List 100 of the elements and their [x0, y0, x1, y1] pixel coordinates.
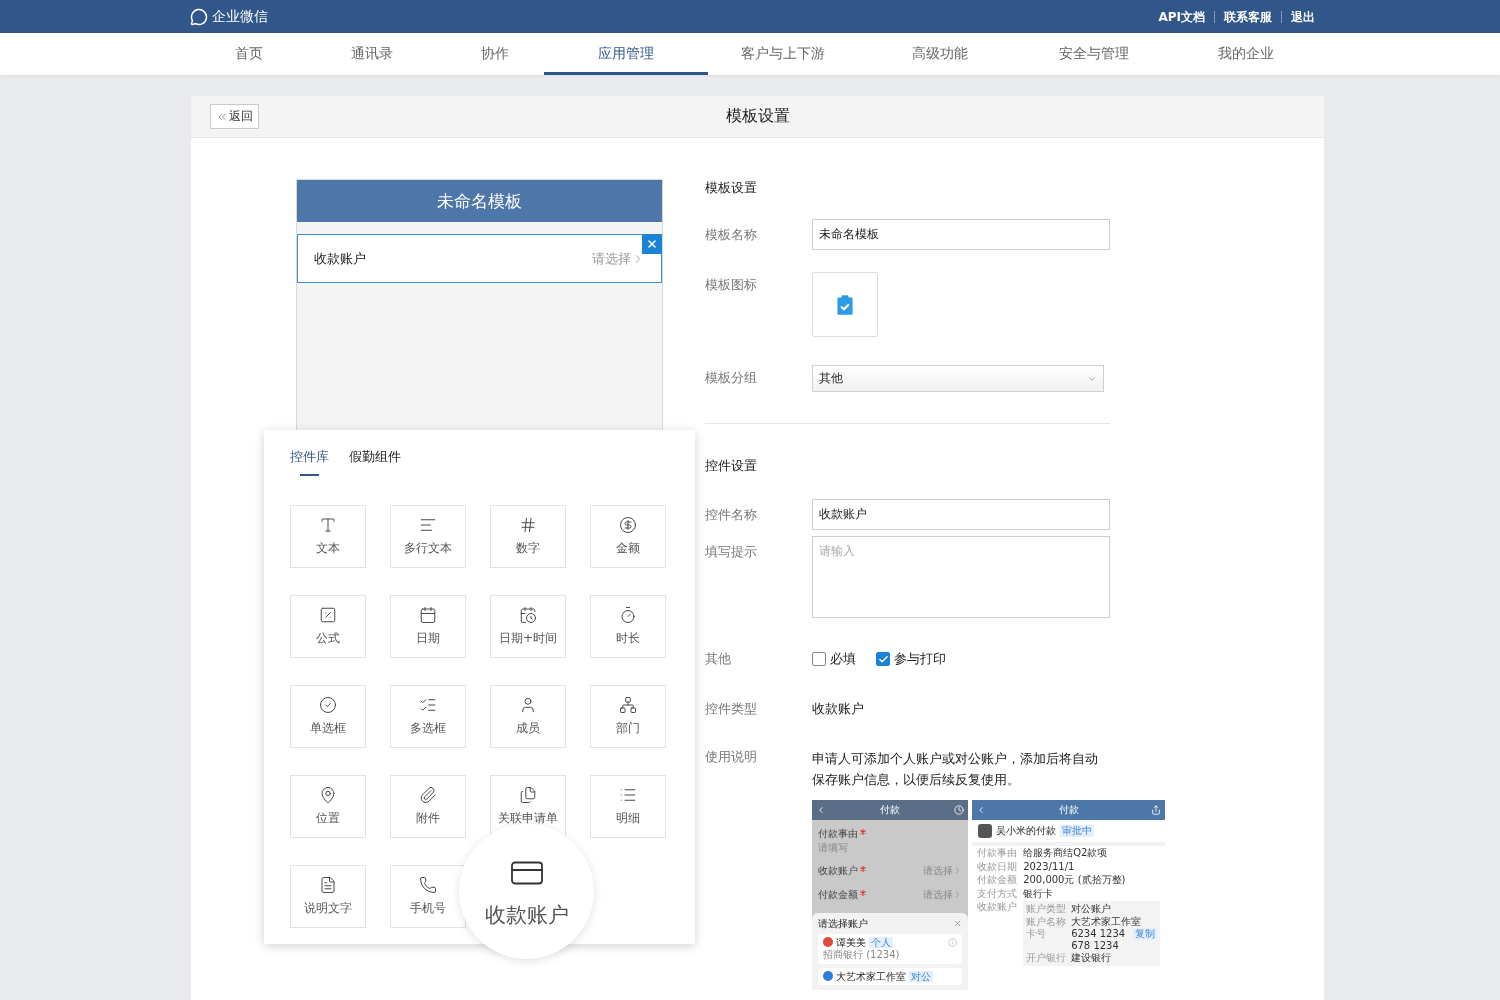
- control-item[interactable]: 金额: [590, 505, 666, 568]
- calendar-clock-icon: [519, 606, 537, 624]
- usage-text: 申请人可添加个人账户或对公账户，添加后将自动保存账户信息，以便后续反复使用。: [812, 750, 1099, 789]
- percent-icon: [319, 606, 337, 624]
- control-item[interactable]: 明细: [590, 775, 666, 838]
- control-item[interactable]: 文本: [290, 505, 366, 568]
- sheet-title: 请选择账户: [818, 918, 868, 930]
- avatar: [978, 824, 993, 838]
- top-link[interactable]: API文档: [1149, 10, 1214, 23]
- detail-label: 账户类型: [1026, 903, 1068, 915]
- close-icon[interactable]: [953, 919, 963, 929]
- control-item[interactable]: 公式: [290, 595, 366, 658]
- detail-label: 付款金额: [977, 874, 1019, 886]
- coin-icon: [619, 516, 637, 534]
- logo-text: 企业微信: [212, 7, 268, 26]
- detail-label: 卡号: [1026, 928, 1048, 941]
- checklist-icon: [419, 696, 437, 714]
- nav-tab[interactable]: 客户与上下游: [708, 33, 858, 75]
- nav-tab[interactable]: 协作: [446, 33, 544, 75]
- control-item[interactable]: 数字: [490, 505, 566, 568]
- detail-value: 大艺术家工作室: [1071, 915, 1142, 927]
- detail-value: 2023/11/1: [1023, 860, 1075, 872]
- field-label: 模板名称: [705, 226, 758, 244]
- control-item[interactable]: 多选框: [390, 685, 466, 748]
- check-icon: [877, 653, 889, 665]
- clock-icon: [954, 805, 965, 815]
- nav-tab[interactable]: 通讯录: [298, 33, 446, 75]
- paperclip-icon: [419, 786, 437, 804]
- group-select[interactable]: 其他: [812, 365, 1104, 392]
- field-label: 付款事由: [818, 828, 858, 840]
- control-item[interactable]: 日期: [390, 595, 466, 658]
- nav-tab[interactable]: 首页: [200, 33, 298, 75]
- list-icon: [619, 786, 637, 804]
- control-item[interactable]: 时长: [590, 595, 666, 658]
- close-icon: [646, 238, 658, 250]
- field-placeholder: 请选择: [592, 249, 631, 268]
- preview-field[interactable]: 收款账户 请选择: [297, 234, 662, 283]
- documents-icon: [519, 786, 537, 804]
- detail-label: 收款账户: [977, 901, 1019, 914]
- control-item[interactable]: 位置: [290, 775, 366, 838]
- nav-tab[interactable]: 高级功能: [858, 33, 1022, 75]
- control-item[interactable]: 日期+时间: [490, 595, 566, 658]
- field-label: 控件名称: [705, 506, 758, 524]
- panel-tab[interactable]: 控件库: [290, 448, 329, 476]
- detail-value: 6234 1234 678 1234: [1071, 928, 1127, 951]
- control-item[interactable]: 手机号: [390, 865, 466, 928]
- control-item[interactable]: 说明文字: [290, 865, 366, 928]
- control-item[interactable]: 部门: [590, 685, 666, 748]
- checkbox-option[interactable]: 参与打印: [876, 650, 946, 668]
- detail-value: 建设银行: [1071, 952, 1112, 964]
- account-name: 大艺术家工作室: [836, 970, 906, 982]
- nav-tab[interactable]: 我的企业: [1166, 33, 1326, 75]
- control-item[interactable]: 成员: [490, 685, 566, 748]
- control-item[interactable]: 单选框: [290, 685, 366, 748]
- detail-value: 对公账户: [1071, 903, 1112, 915]
- hint-input[interactable]: 请输入: [812, 536, 1110, 618]
- account-item[interactable]: 大艺术家工作室 对公: [818, 967, 963, 985]
- document-icon: [319, 876, 337, 894]
- field-label: 模板分组: [705, 369, 758, 387]
- hash-icon: [519, 516, 537, 534]
- back-chevron-icon: [816, 805, 826, 815]
- panel-tab[interactable]: 假勤组件: [349, 448, 401, 476]
- account-item[interactable]: 谭美美 个人 招商银行 (1234): [818, 933, 963, 964]
- detail-value: 银行卡: [1023, 887, 1054, 899]
- field-label: 控件类型: [705, 700, 758, 718]
- back-button[interactable]: 返回: [210, 104, 259, 129]
- control-item[interactable]: 附件: [390, 775, 466, 838]
- screen-title: 付款: [880, 804, 901, 816]
- checkbox-option[interactable]: 必填: [812, 650, 856, 668]
- nav-tab[interactable]: 应用管理: [544, 33, 708, 75]
- icon-picker[interactable]: [812, 272, 878, 337]
- check-circle-icon: [319, 696, 337, 714]
- bank-logo-icon: [823, 937, 833, 948]
- detail-label: 收款日期: [977, 860, 1019, 872]
- control-item[interactable]: 多行文本: [390, 505, 466, 568]
- control-name-input[interactable]: 收款账户: [812, 499, 1110, 530]
- letter-t-icon: [319, 516, 337, 534]
- field-label: 使用说明: [705, 748, 758, 766]
- field-label: 收款账户: [818, 865, 858, 877]
- screen-title: 付款: [1058, 804, 1079, 816]
- info-icon[interactable]: [948, 937, 958, 947]
- account-tag: 对公: [909, 970, 933, 982]
- user-icon: [519, 696, 537, 714]
- name-input[interactable]: 未命名模板: [812, 219, 1110, 250]
- detail-label: 支付方式: [977, 887, 1019, 899]
- top-link[interactable]: 联系客服: [1214, 10, 1281, 23]
- delete-button[interactable]: [642, 234, 662, 254]
- field-label: 模板图标: [705, 276, 758, 294]
- section-heading: 模板设置: [705, 179, 758, 197]
- detail-value: 给服务商结Q2款项: [1023, 847, 1108, 859]
- nav-tab[interactable]: 安全与管理: [1022, 33, 1166, 75]
- magnified-label: 收款账户: [484, 901, 569, 929]
- section-heading: 控件设置: [705, 457, 758, 475]
- field-label: 收款账户: [314, 249, 366, 268]
- applicant-name: 吴小米的付款: [996, 825, 1057, 837]
- timer-icon: [619, 606, 637, 624]
- top-link[interactable]: 退出: [1281, 10, 1324, 23]
- account-detail: 招商银行 (1234): [823, 949, 901, 961]
- status-tag: 审批中: [1060, 825, 1095, 837]
- detail-label: 账户名称: [1026, 915, 1068, 927]
